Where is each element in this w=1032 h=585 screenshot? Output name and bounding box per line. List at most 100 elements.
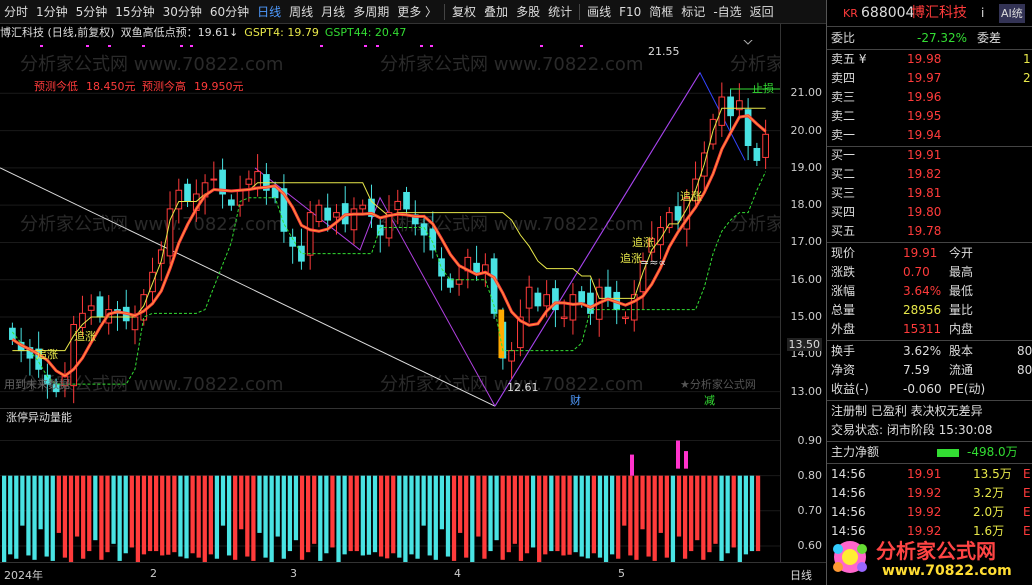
candle-body[interactable] — [604, 286, 612, 299]
candle-body[interactable] — [131, 316, 139, 331]
candle-body[interactable] — [359, 204, 367, 210]
candle-body[interactable] — [210, 178, 218, 181]
candle-body[interactable] — [184, 183, 191, 202]
toolbar-item[interactable]: 返回 — [746, 0, 778, 24]
volume-bar — [312, 475, 317, 544]
tick-row: 14:56 19.92 3.2万 E — [827, 484, 1032, 503]
candle-body[interactable] — [622, 316, 629, 320]
candle-body[interactable] — [306, 212, 314, 256]
volume-bar — [628, 475, 633, 556]
volume-bar — [233, 475, 238, 560]
candle-body[interactable] — [96, 296, 104, 318]
candle-body[interactable] — [525, 286, 533, 309]
bid-label: 买三 — [831, 186, 856, 200]
volume-bar — [433, 475, 438, 560]
toolbar-item[interactable]: 日线 — [253, 0, 285, 24]
candle-body[interactable] — [753, 147, 761, 161]
candle-body[interactable] — [665, 212, 673, 229]
toolbar-item[interactable]: 画线 — [583, 0, 615, 24]
toolbar-item[interactable]: 更多 〉 — [393, 0, 441, 24]
finance-marker: 财 — [570, 393, 581, 407]
toolbar-item[interactable]: 叠加 — [480, 0, 512, 24]
toolbar-item[interactable]: 60分钟 — [206, 0, 253, 24]
candle-body[interactable] — [394, 200, 402, 211]
candle-body[interactable] — [254, 171, 261, 189]
candle-body[interactable] — [762, 133, 769, 158]
candle-body[interactable] — [543, 294, 551, 307]
reduce-marker: 减 — [704, 394, 715, 407]
volume-bar — [464, 475, 469, 558]
forecast-low-value: 18.450元 — [86, 80, 136, 93]
stat-label: 外盘 — [831, 322, 856, 336]
toolbar-item[interactable]: 标记 — [677, 0, 709, 24]
ask-price: 19.95 — [907, 109, 942, 123]
signal-dot — [320, 45, 323, 47]
indicator-label[interactable]: 双鱼高低点预：19.61↓ — [121, 24, 239, 40]
candle-body[interactable] — [324, 207, 332, 221]
toolbar-item[interactable]: 简框 — [645, 0, 677, 24]
candle-body[interactable] — [473, 262, 480, 273]
stat-value: 3.64% — [903, 284, 942, 298]
volume-energy-chart[interactable] — [0, 424, 780, 562]
toolbar-item[interactable]: 15分钟 — [111, 0, 158, 24]
trade-status: 交易状态: 闭市阶段 15:30:08 — [831, 423, 993, 437]
ask-volume: 1 — [1023, 52, 1031, 66]
stat2-value: 7.59 — [903, 363, 930, 377]
candle-body[interactable] — [727, 96, 734, 117]
toolbar-item[interactable]: 1分钟 — [32, 0, 72, 24]
candle-body[interactable] — [79, 312, 86, 328]
tick-price: 19.92 — [907, 505, 942, 519]
candle-body[interactable] — [350, 208, 358, 231]
netflow-label[interactable]: 主力净额 — [831, 443, 879, 462]
toolbar-item[interactable]: 多周期 — [349, 0, 393, 24]
volume-bar — [670, 475, 676, 562]
candle-body[interactable] — [429, 228, 437, 251]
candle-body[interactable] — [560, 316, 568, 320]
volume-bar — [44, 475, 49, 557]
date-label: 2 — [150, 567, 157, 580]
candle-body[interactable] — [87, 305, 95, 311]
toolbar-item[interactable]: 多股 — [512, 0, 544, 24]
ai-button[interactable]: AI统 — [999, 4, 1025, 23]
candle-body[interactable] — [315, 204, 323, 223]
divider — [827, 400, 1032, 401]
toolbar-item[interactable]: -自选 — [709, 0, 745, 24]
volume-bar — [616, 475, 621, 559]
date-label: 5 — [618, 567, 625, 580]
stat-value: 15311 — [903, 322, 942, 336]
candle-body[interactable] — [674, 206, 682, 221]
candle-body[interactable] — [227, 199, 235, 206]
candle-body[interactable] — [403, 191, 410, 210]
diamond-icon[interactable] — [743, 40, 753, 45]
candle-body[interactable] — [245, 178, 253, 185]
toolbar-item[interactable]: 周线 — [285, 0, 317, 24]
toolbar-item[interactable]: 月线 — [317, 0, 349, 24]
candle-body[interactable] — [578, 291, 586, 303]
toolbar-item[interactable]: 统计 — [544, 0, 576, 24]
bid-label: 买四 — [831, 205, 856, 219]
candle-body[interactable] — [236, 189, 244, 206]
info-icon[interactable]: i — [981, 4, 984, 23]
toolbar-item[interactable]: 5分钟 — [72, 0, 112, 24]
toolbar-item[interactable]: 30分钟 — [159, 0, 206, 24]
volume-bar — [713, 475, 718, 544]
toolbar-item[interactable]: 分时 — [0, 0, 32, 24]
volume-bar — [226, 475, 232, 556]
toolbar-item[interactable]: 复权 — [448, 0, 480, 24]
stat2-right-value: 80 — [1017, 344, 1032, 358]
ask-row: 卖一 19.94 — [827, 126, 1032, 145]
tick-volume: 3.2万 — [973, 486, 1005, 500]
price-axis: 21.00 20.00 19.00 18.00 17.00 16.00 15.00 14.00… — [780, 24, 826, 562]
candle-body[interactable] — [718, 96, 726, 126]
candle-body[interactable] — [455, 279, 463, 285]
candle-body[interactable] — [534, 292, 542, 307]
candlestick-chart[interactable]: 分析家公式网 www.70822.com 分析家公式网 www.70822.com… — [0, 40, 780, 408]
candle-body[interactable] — [508, 350, 515, 362]
period-label[interactable]: 日线 — [790, 567, 812, 583]
candle-body[interactable] — [569, 294, 577, 321]
volume-bar — [287, 475, 293, 552]
toolbar-item[interactable]: F10 — [615, 0, 645, 24]
candle-body[interactable] — [420, 223, 428, 236]
stat-row: 现价 19.91 今开 — [827, 244, 1032, 263]
candle-body[interactable] — [333, 212, 340, 218]
